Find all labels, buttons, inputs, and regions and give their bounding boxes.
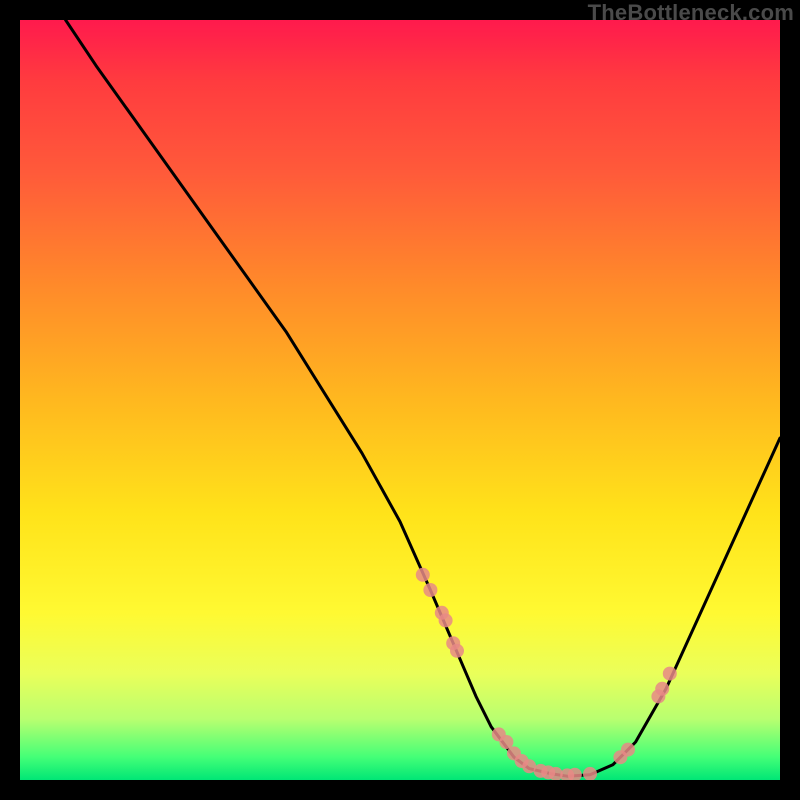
marker-point [450,644,464,658]
curve-layer [20,20,780,780]
marker-point [439,613,453,627]
marker-point [423,583,437,597]
marker-point [499,735,513,749]
marker-point [621,743,635,757]
marker-point [583,767,597,780]
marker-point [416,568,430,582]
plot-area [20,20,780,780]
marker-point [663,667,677,681]
chart-container: TheBottleneck.com [0,0,800,800]
marker-point [655,682,669,696]
bottleneck-curve [66,20,780,776]
